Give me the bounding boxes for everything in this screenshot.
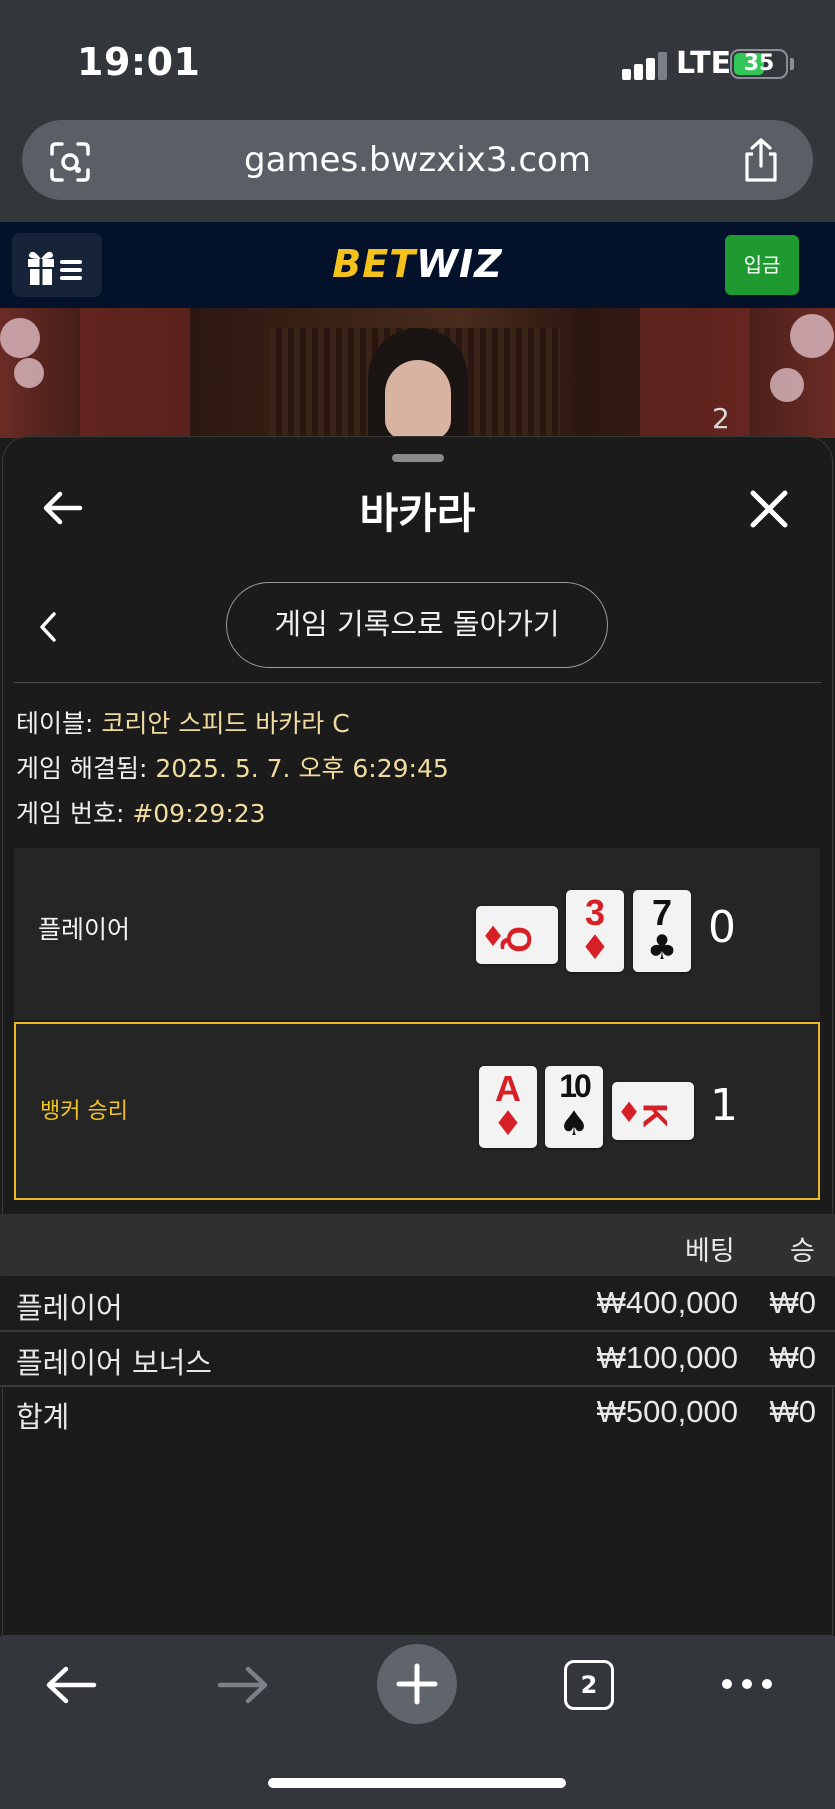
more-icon xyxy=(722,1679,772,1689)
plus-icon xyxy=(396,1663,438,1705)
total-label: 합계 xyxy=(16,1400,70,1434)
bet-name: 플레이어 xyxy=(16,1291,123,1325)
deposit-button[interactable]: 입금 xyxy=(725,235,799,295)
playing-card: ♦ K xyxy=(612,1082,694,1140)
card-suit-icon: ♣ xyxy=(646,928,678,968)
sheet-title: 바카라 xyxy=(359,489,476,538)
playing-card: 7 ♣ xyxy=(633,890,691,972)
previous-button[interactable] xyxy=(36,610,60,648)
status-time: 19:01 xyxy=(77,40,201,84)
chevron-left-icon xyxy=(40,612,56,642)
total-bet-amount: ₩500,000 xyxy=(596,1394,738,1429)
signal-icon xyxy=(622,52,667,80)
playing-card: A ♦ xyxy=(479,1066,537,1148)
win-amount: ₩0 xyxy=(769,1285,817,1320)
table-info: 테이블: 코리안 스피드 바카라 C xyxy=(16,709,350,738)
banker-result-row xyxy=(14,1022,820,1200)
url-text: games.bwzxix3.com xyxy=(244,140,591,180)
arrow-left-icon xyxy=(46,1666,97,1704)
card-rank: K xyxy=(635,1103,674,1128)
banker-win-label: 뱅커 승리 xyxy=(40,1099,128,1124)
card-rank: 10 xyxy=(559,1068,592,1104)
battery-level: 35 xyxy=(743,51,775,76)
bet-amount: ₩400,000 xyxy=(596,1285,738,1320)
total-win-amount: ₩0 xyxy=(769,1394,817,1429)
playing-card: 10 ♠ xyxy=(545,1066,603,1148)
divider xyxy=(14,682,821,683)
share-icon[interactable] xyxy=(740,136,782,188)
new-tab-button[interactable] xyxy=(377,1644,457,1724)
arrow-right-icon xyxy=(217,1666,268,1704)
bet-amount: ₩100,000 xyxy=(596,1340,738,1375)
more-button[interactable] xyxy=(720,1672,774,1700)
battery-nub xyxy=(790,58,794,70)
browser-forward-button[interactable] xyxy=(216,1664,270,1710)
win-amount: ₩0 xyxy=(769,1340,817,1375)
player-score: 0 xyxy=(708,902,736,953)
bet-column-header: 베팅 xyxy=(685,1236,735,1267)
battery-icon: 35 xyxy=(730,49,788,79)
sheet-grabber[interactable] xyxy=(392,454,444,462)
card-rank: Q xyxy=(499,926,538,953)
playing-card: ♦ Q xyxy=(476,906,558,964)
back-to-history-button[interactable]: 게임 기록으로 돌아가기 xyxy=(226,582,608,668)
card-suit-icon: ♦ xyxy=(492,1104,524,1144)
browser-back-button[interactable] xyxy=(44,1664,98,1710)
close-icon xyxy=(750,490,788,528)
bet-name: 플레이어 보너스 xyxy=(16,1346,212,1380)
card-suit-icon: ♠ xyxy=(558,1104,590,1144)
network-type: LTE xyxy=(676,46,732,81)
game-number-info: 게임 번호: #09:29:23 xyxy=(16,799,266,828)
site-logo[interactable]: BETWIZ xyxy=(0,242,835,286)
player-result-row xyxy=(14,848,820,1020)
tabs-button[interactable]: 2 xyxy=(564,1660,614,1710)
dealer-face xyxy=(385,360,451,440)
player-label: 플레이어 xyxy=(38,915,131,944)
card-suit-icon: ♦ xyxy=(579,928,611,968)
resolved-info: 게임 해결됨: 2025. 5. 7. 오후 6:29:45 xyxy=(16,754,449,783)
close-button[interactable] xyxy=(748,488,790,534)
banker-score: 1 xyxy=(710,1080,738,1131)
playing-card: 3 ♦ xyxy=(566,890,624,972)
home-indicator xyxy=(268,1778,566,1788)
win-column-header: 승 xyxy=(790,1236,815,1267)
video-counter: 2 xyxy=(712,402,730,435)
